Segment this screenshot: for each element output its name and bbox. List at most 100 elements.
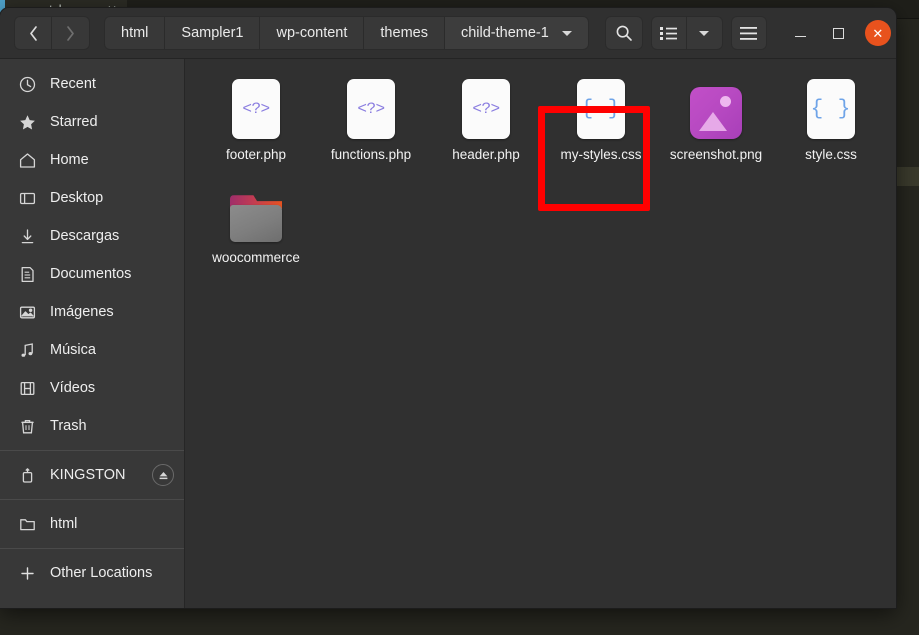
css-file-icon: { } — [573, 77, 629, 139]
sidebar-item-label: Starred — [50, 114, 98, 130]
file-item-woocommerce[interactable]: woocommerce — [199, 172, 313, 273]
file-name-label: footer.php — [225, 147, 287, 162]
sun-shape — [720, 96, 731, 107]
sidebar: Recent Starred Home Desktop Descargas Do… — [0, 59, 185, 608]
sidebar-item-label: Documentos — [50, 266, 132, 282]
file-name-label: header.php — [452, 147, 520, 162]
navigation-buttons — [14, 16, 90, 50]
file-item-functions-php[interactable]: <?> functions.php — [314, 69, 428, 170]
file-name-label: screenshot.png — [669, 147, 763, 162]
star-icon — [18, 113, 36, 131]
file-item-footer-php[interactable]: <?> footer.php — [199, 69, 313, 170]
chevron-down-icon — [699, 30, 710, 36]
sidebar-item-musica[interactable]: Música — [0, 331, 184, 369]
sidebar-item-trash[interactable]: Trash — [0, 407, 184, 445]
sidebar-divider — [0, 499, 184, 500]
png-icon-graphic — [690, 87, 742, 139]
headerbar: html Sampler1 wp-content themes child-th… — [0, 8, 896, 59]
sidebar-item-label: Descargas — [50, 228, 120, 244]
sidebar-item-label: Home — [50, 152, 89, 168]
sidebar-item-imagenes[interactable]: Imágenes — [0, 293, 184, 331]
css-icon-glyph: { } — [807, 79, 855, 139]
window-body: Recent Starred Home Desktop Descargas Do… — [0, 59, 896, 608]
php-file-icon: <?> — [458, 77, 514, 139]
sidebar-item-descargas[interactable]: Descargas — [0, 217, 184, 255]
search-button[interactable] — [604, 16, 643, 50]
sidebar-item-kingston[interactable]: KINGSTON — [0, 456, 184, 494]
sidebar-item-label: Trash — [50, 418, 87, 434]
breadcrumb-item-child-theme-1[interactable]: child-theme-1 — [444, 16, 589, 50]
file-name-label: woocommerce — [212, 250, 300, 266]
breadcrumb: html Sampler1 wp-content themes child-th… — [104, 16, 589, 50]
php-file-icon: <?> — [228, 77, 284, 139]
sidebar-divider — [0, 548, 184, 549]
menu-group — [730, 16, 767, 50]
search-group — [604, 16, 643, 50]
usb-drive-icon — [18, 466, 36, 484]
back-button[interactable] — [14, 16, 52, 50]
folder-icon — [18, 515, 36, 533]
breadcrumb-item-html[interactable]: html — [104, 16, 166, 50]
php-icon-glyph: <?> — [232, 79, 280, 139]
window-controls: ✕ — [775, 20, 891, 46]
sidebar-item-label: Other Locations — [50, 565, 153, 581]
clock-icon — [18, 75, 36, 93]
desktop-icon — [18, 189, 36, 207]
sidebar-item-desktop[interactable]: Desktop — [0, 179, 184, 217]
image-file-icon — [688, 77, 744, 139]
view-options-dropdown-button[interactable] — [686, 16, 723, 50]
file-name-label: my-styles.css — [560, 147, 642, 162]
folder-body-shape — [230, 205, 282, 243]
eject-button[interactable] — [152, 464, 174, 486]
sidebar-item-label: Imágenes — [50, 304, 114, 320]
sidebar-item-label: KINGSTON — [50, 467, 126, 483]
css-icon-glyph: { } — [577, 79, 625, 139]
breadcrumb-label: themes — [380, 25, 428, 41]
film-icon — [18, 379, 36, 397]
mountain-shape — [699, 112, 727, 131]
close-icon: ✕ — [872, 25, 884, 41]
document-icon — [18, 265, 36, 283]
file-list-view: <?> footer.php <?> functions.php <?> hea… — [185, 59, 896, 608]
sidebar-item-label: Recent — [50, 76, 96, 92]
breadcrumb-item-themes[interactable]: themes — [364, 16, 445, 50]
sidebar-item-other-locations[interactable]: Other Locations — [0, 554, 184, 592]
php-file-icon: <?> — [343, 77, 399, 139]
sidebar-item-documentos[interactable]: Documentos — [0, 255, 184, 293]
minimize-icon — [795, 35, 807, 38]
breadcrumb-label: html — [121, 25, 149, 41]
file-name-label: functions.php — [330, 147, 412, 162]
file-item-my-styles-css[interactable]: { } my-styles.css — [544, 69, 658, 170]
hamburger-menu-button[interactable] — [730, 16, 767, 50]
music-note-icon — [18, 341, 36, 359]
php-icon-glyph: <?> — [347, 79, 395, 139]
close-button[interactable]: ✕ — [864, 20, 891, 46]
file-item-screenshot-png[interactable]: screenshot.png — [659, 69, 773, 170]
sidebar-item-home[interactable]: Home — [0, 141, 184, 179]
breadcrumb-label: Sampler1 — [181, 25, 244, 41]
folder-icon-graphic — [228, 195, 284, 243]
sidebar-item-recent[interactable]: Recent — [0, 65, 184, 103]
file-item-header-php[interactable]: <?> header.php — [429, 69, 543, 170]
view-list-button[interactable] — [650, 16, 687, 50]
trash-icon — [18, 417, 36, 435]
home-icon — [18, 151, 36, 169]
breadcrumb-label: child-theme-1 — [460, 25, 549, 41]
sidebar-item-label: Desktop — [50, 190, 104, 206]
sidebar-item-videos[interactable]: Vídeos — [0, 369, 184, 407]
css-file-icon: { } — [803, 77, 859, 139]
plus-icon — [18, 564, 36, 582]
minimize-button[interactable] — [789, 21, 813, 45]
sidebar-divider — [0, 450, 184, 451]
file-item-style-css[interactable]: { } style.css — [774, 69, 888, 170]
chevron-down-icon — [561, 30, 572, 36]
sidebar-item-starred[interactable]: Starred — [0, 103, 184, 141]
maximize-button[interactable] — [827, 21, 851, 45]
file-manager-window: html Sampler1 wp-content themes child-th… — [0, 8, 896, 608]
sidebar-item-label: Vídeos — [50, 380, 96, 396]
file-name-label: style.css — [805, 147, 857, 162]
breadcrumb-item-sampler1[interactable]: Sampler1 — [165, 16, 261, 50]
sidebar-item-html[interactable]: html — [0, 505, 184, 543]
breadcrumb-item-wp-content[interactable]: wp-content — [260, 16, 365, 50]
forward-button[interactable] — [52, 16, 90, 50]
